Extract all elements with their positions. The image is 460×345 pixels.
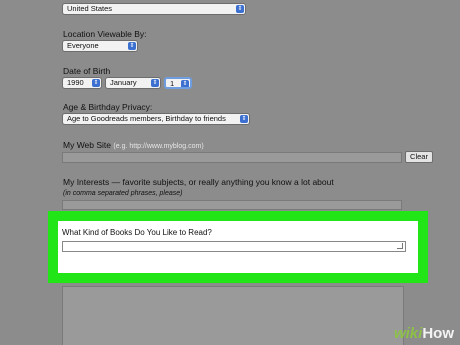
resize-handle-icon[interactable] [397,243,403,249]
location-viewable-select[interactable]: Everyone ⇕ [62,40,138,52]
location-viewable-label: Location Viewable By: [63,29,147,39]
website-input[interactable] [62,152,402,163]
clear-button[interactable]: Clear [405,151,433,163]
chevron-updown-icon: ⇕ [92,79,100,87]
website-hint: (e.g. http://www.myblog.com) [113,143,204,150]
age-birthday-privacy-select[interactable]: Age to Goodreads members, Birthday to fr… [62,113,250,125]
chevron-updown-icon: ⇕ [236,5,244,13]
website-label: My Web Site [63,140,112,150]
highlight-box: What Kind of Books Do You Like to Read? [48,211,428,283]
interests-input[interactable] [62,200,402,210]
location-viewable-value: Everyone [67,41,99,50]
birth-day-select[interactable]: 1 ⇕ [164,77,192,89]
large-textarea[interactable] [62,286,404,345]
birth-month-value: January [110,78,137,87]
chevron-updown-icon: ⇕ [128,42,136,50]
interests-label: My Interests — favorite subjects, or rea… [63,177,334,187]
age-birthday-privacy-value: Age to Goodreads members, Birthday to fr… [67,114,226,123]
birth-year-value: 1990 [67,78,84,87]
books-label: What Kind of Books Do You Like to Read? [62,228,212,237]
birth-day-value: 1 [170,79,175,88]
chevron-updown-icon: ⇕ [181,80,189,87]
age-birthday-privacy-label: Age & Birthday Privacy: [63,102,153,112]
country-select[interactable]: United States ⇕ [62,3,246,15]
interests-hint: (in comma separated phrases, please) [63,190,183,197]
chevron-updown-icon: ⇕ [151,79,159,87]
country-select-value: United States [67,4,113,13]
birth-month-select[interactable]: January ⇕ [105,77,161,89]
wikihow-watermark: wikiHow [394,325,454,342]
date-of-birth-label: Date of Birth [63,66,111,76]
books-textarea[interactable] [62,241,406,252]
chevron-updown-icon: ⇕ [240,115,248,123]
watermark-brand-a: wiki [393,325,423,342]
website-label-row: My Web Site (e.g. http://www.myblog.com) [63,140,204,150]
birth-year-select[interactable]: 1990 ⇕ [62,77,102,89]
watermark-brand-b: How [422,325,454,342]
